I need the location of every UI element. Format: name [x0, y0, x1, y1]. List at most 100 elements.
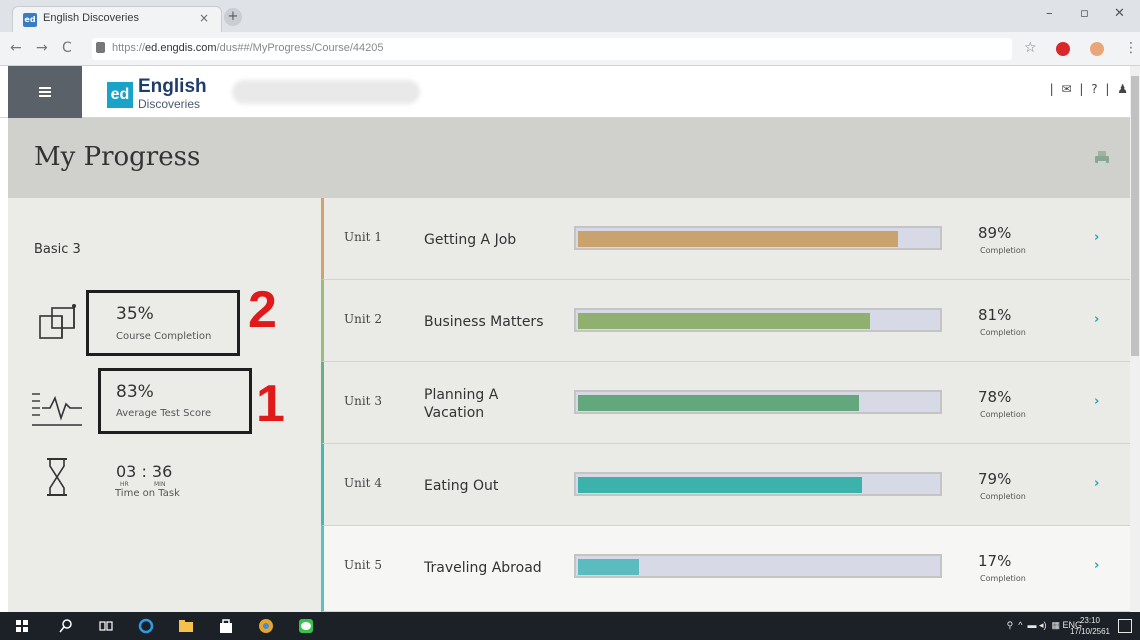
- unit-completion-label: Completion: [980, 574, 1026, 583]
- minimize-icon[interactable]: –: [1046, 6, 1053, 21]
- new-tab-button[interactable]: +: [224, 8, 242, 26]
- unit-progress-bar: [574, 226, 942, 250]
- summary-panel: Basic 3 35% Course Completion 2 83% Aver…: [8, 198, 321, 612]
- average-test-score-label: Average Test Score: [116, 408, 212, 419]
- task-view-icon[interactable]: [98, 618, 114, 634]
- reload-icon[interactable]: C: [62, 40, 72, 56]
- flag-icon: [39, 304, 76, 339]
- notification-center-icon[interactable]: [1118, 619, 1132, 633]
- logo-subtitle: Discoveries: [138, 97, 201, 111]
- unit-completion-label: Completion: [980, 328, 1026, 337]
- unit-completion-label: Completion: [980, 410, 1026, 419]
- chevron-right-icon[interactable]: ›: [1094, 230, 1099, 245]
- unit-row[interactable]: Unit 3 Planning A Vacation 78% Completio…: [321, 362, 1130, 444]
- close-window-icon[interactable]: ✕: [1114, 6, 1125, 21]
- maximize-icon[interactable]: ▫: [1080, 6, 1089, 21]
- unit-completion-percent: 17%: [978, 552, 1012, 570]
- unit-progress-bar: [574, 472, 942, 496]
- edge-browser-icon[interactable]: [138, 618, 154, 634]
- unit-progress-bar: [574, 308, 942, 332]
- course-completion-label: Course Completion: [116, 331, 212, 342]
- unit-row[interactable]: Unit 4 Eating Out 79% Completion ›: [321, 444, 1130, 526]
- clock-date: 17/10/2561: [1069, 627, 1110, 636]
- annotation-number-2: 2: [248, 281, 277, 339]
- app-header: ed English Discoveries | ✉ | ? | ♟: [0, 66, 1140, 118]
- chrome-icon[interactable]: [258, 618, 274, 634]
- time-on-task-value: 03 : 36: [116, 462, 173, 481]
- course-name: Basic 3: [34, 242, 81, 257]
- unit-row[interactable]: Unit 5 Traveling Abroad 17% Completion ›: [321, 526, 1130, 612]
- chevron-right-icon[interactable]: ›: [1094, 394, 1099, 409]
- search-icon[interactable]: [58, 618, 74, 634]
- time-unit-hours: HR: [120, 481, 129, 488]
- unit-completion-percent: 81%: [978, 306, 1012, 324]
- unit-progress-fill: [578, 559, 639, 575]
- extension-icon[interactable]: [1090, 42, 1104, 56]
- browser-tab-bar: ed English Discoveries × + – ▫ ✕: [0, 0, 1140, 32]
- clock-time: 23:10: [1079, 616, 1100, 625]
- unit-progress-fill: [578, 231, 898, 247]
- unit-name: Planning A Vacation: [424, 387, 499, 421]
- average-test-score-value: 83%: [116, 382, 154, 402]
- tab-title: English Discoveries: [43, 12, 139, 24]
- chevron-right-icon[interactable]: ›: [1094, 558, 1099, 573]
- unit-completion-percent: 89%: [978, 224, 1012, 242]
- windows-taskbar: ⚲ ^ ▬ ◂) ▦ ENG 23:10 17/10/2561: [0, 612, 1140, 640]
- file-explorer-icon[interactable]: [178, 618, 194, 634]
- page-scrollbar[interactable]: [1130, 66, 1140, 612]
- lock-icon: [96, 42, 105, 53]
- close-tab-icon[interactable]: ×: [199, 11, 209, 25]
- bookmark-star-icon[interactable]: ☆: [1024, 40, 1037, 56]
- unit-number: Unit 4: [344, 476, 382, 490]
- store-icon[interactable]: [218, 618, 234, 634]
- unit-row[interactable]: Unit 2 Business Matters 81% Completion ›: [321, 280, 1130, 362]
- blurred-user-name: [232, 80, 420, 104]
- annotation-number-1: 1: [256, 375, 285, 433]
- logo-icon: ed: [107, 82, 133, 108]
- unit-name: Traveling Abroad: [424, 560, 542, 576]
- unit-number: Unit 2: [344, 312, 382, 326]
- favicon-icon: ed: [23, 13, 37, 27]
- scrollbar-thumb[interactable]: [1131, 76, 1139, 356]
- browser-menu-icon[interactable]: ⋮: [1124, 40, 1138, 56]
- unit-name: Getting A Job: [424, 232, 517, 248]
- browser-address-bar: ← → C https://ed.engdis.com/dus##/MyProg…: [0, 32, 1140, 66]
- time-on-task-label: Time on Task: [115, 488, 180, 499]
- unit-completion-percent: 79%: [978, 470, 1012, 488]
- course-completion-value: 35%: [116, 304, 154, 324]
- unit-progress-fill: [578, 395, 859, 411]
- time-unit-minutes: MIN: [154, 481, 166, 488]
- chevron-right-icon[interactable]: ›: [1094, 312, 1099, 327]
- logo-title: English: [138, 76, 207, 97]
- hamburger-menu-button[interactable]: [8, 66, 82, 118]
- unit-name: Eating Out: [424, 478, 499, 494]
- course-completion-highlight: [86, 290, 240, 356]
- chevron-right-icon[interactable]: ›: [1094, 476, 1099, 491]
- unit-progress-fill: [578, 477, 862, 493]
- unit-number: Unit 5: [344, 558, 382, 572]
- url-input[interactable]: https://ed.engdis.com/dus##/MyProgress/C…: [92, 38, 1012, 60]
- unit-progress-fill: [578, 313, 870, 329]
- unit-completion-label: Completion: [980, 246, 1026, 255]
- unit-completion-label: Completion: [980, 492, 1026, 501]
- unit-number: Unit 3: [344, 394, 382, 408]
- browser-tab[interactable]: ed English Discoveries ×: [12, 6, 222, 32]
- unit-name: Business Matters: [424, 314, 544, 330]
- back-icon[interactable]: ←: [10, 40, 22, 56]
- unit-row[interactable]: Unit 1 Getting A Job 89% Completion ›: [321, 198, 1130, 280]
- header-icons[interactable]: | ✉ | ? | ♟: [1050, 82, 1130, 96]
- url-text: https://ed.engdis.com/dus##/MyProgress/C…: [112, 42, 384, 54]
- forward-icon[interactable]: →: [36, 40, 48, 56]
- page-title: My Progress: [34, 142, 201, 172]
- print-icon[interactable]: [1094, 150, 1110, 168]
- hourglass-icon: [47, 458, 67, 496]
- line-app-icon[interactable]: [298, 618, 314, 634]
- unit-number: Unit 1: [344, 230, 382, 244]
- taskbar-clock[interactable]: 23:10 17/10/2561: [1070, 615, 1110, 637]
- unit-completion-percent: 78%: [978, 388, 1012, 406]
- windows-start-icon[interactable]: [14, 618, 30, 634]
- unit-progress-bar: [574, 390, 942, 414]
- unit-progress-bar: [574, 554, 942, 578]
- title-band: My Progress: [8, 118, 1130, 198]
- adblock-extension-icon[interactable]: [1056, 42, 1070, 56]
